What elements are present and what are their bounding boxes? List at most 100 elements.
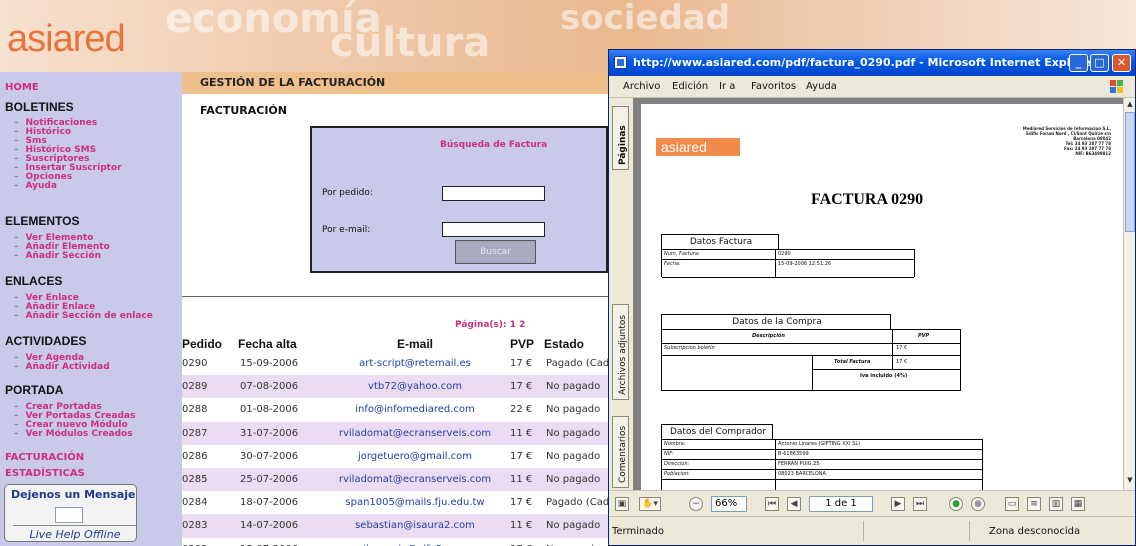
close-button[interactable]: ✕ xyxy=(1112,54,1131,72)
page-number-field[interactable]: 1 de 1 xyxy=(809,496,873,512)
cell-email[interactable]: art-script@retemail.es xyxy=(320,352,510,375)
sidebar: HOME BOLETINES Notificaciones Histórico … xyxy=(0,72,182,546)
site-logo[interactable]: asiared xyxy=(7,18,126,61)
save-icon[interactable]: ▣ xyxy=(615,497,629,511)
sidebar-item-anadir-actividad[interactable]: Añadir Actividad xyxy=(14,363,110,372)
cell-email[interactable]: vtb72@yahoo.com xyxy=(320,375,510,399)
column-header-pvp[interactable]: PVP xyxy=(510,336,544,352)
forward-icon[interactable]: ● xyxy=(971,497,985,511)
datos-factura-row: Num. Factura: 0290 xyxy=(662,250,914,260)
cell-email[interactable]: rviladomat@ecranserveis.com xyxy=(320,467,510,492)
pdf-viewport[interactable]: asiared Mediared Servicios de Informacio… xyxy=(633,98,1123,490)
pagination[interactable]: Página(s): 1 2 xyxy=(455,320,525,330)
table-row[interactable]: 0287 31-07-2006 rviladomat@ecranserveis.co… xyxy=(182,421,608,445)
column-header-fecha[interactable]: Fecha alta xyxy=(232,336,320,352)
datos-compra-table: Descripción PVP Subscripcion boletin 17 … xyxy=(661,329,961,391)
cell-estado: No pagado xyxy=(544,467,608,492)
menu-ir-a[interactable]: Ir a xyxy=(719,81,735,92)
scrollbar-thumb[interactable] xyxy=(1125,112,1135,232)
item-pvp: 17 € xyxy=(896,345,908,351)
cell-email[interactable]: sebastian@isaura2.com xyxy=(320,514,510,538)
datos-compra-header: Datos de la Compra xyxy=(661,314,891,330)
table-row[interactable]: 0290 15-09-2006 art-script@retemail.es 17 €… xyxy=(182,352,608,375)
table-row[interactable]: 028213-07-2006ibermejo@alfa3.com17 €No p… xyxy=(182,538,608,546)
table-divider xyxy=(892,330,893,370)
minimize-button[interactable]: _ xyxy=(1069,54,1088,72)
last-page-icon[interactable]: ⏭ xyxy=(913,497,927,511)
search-button[interactable]: Buscar xyxy=(455,240,536,264)
table-row[interactable]: 0284 18-07-2006 span1005@mails.fju.edu.tw 1… xyxy=(182,491,608,514)
compra-iva-row: Iva incluido (4%) xyxy=(812,370,960,384)
back-icon[interactable]: ● xyxy=(949,497,963,511)
cell-pedido: 0286 xyxy=(182,450,208,462)
live-help-title: Dejenos un Mensaje xyxy=(11,488,136,501)
tab-archivos-adjuntos[interactable]: Archivos adjuntos xyxy=(612,304,629,400)
table-row[interactable]: 0283 14-07-2006 sebastian@isaura2.com 11 € N… xyxy=(182,514,608,538)
cell-email[interactable]: jorgetuero@gmail.com xyxy=(320,445,510,468)
cell-fecha: 15-09-2006 xyxy=(240,358,299,370)
table-row[interactable]: 0285 25-07-2006 rviladomat@ecranserveis.co… xyxy=(182,467,608,492)
table-row[interactable]: 0286 30-07-2006 jorgetuero@gmail.com 17 € No… xyxy=(182,445,608,468)
single-page-icon[interactable]: ▭ xyxy=(1005,497,1019,511)
sidebar-section-boletines: BOLETINES xyxy=(5,100,74,114)
live-help-box[interactable]: Dejenos un Mensaje Live Help Offline xyxy=(4,484,137,542)
column-descripcion: Descripción xyxy=(752,333,785,339)
cell-email[interactable]: info@infomediared.com xyxy=(320,398,510,421)
cell-email[interactable]: ibermejo@alfa3.com xyxy=(320,538,510,546)
email-input[interactable] xyxy=(442,222,545,237)
cell-email[interactable]: span1005@mails.fju.edu.tw xyxy=(320,491,510,514)
total-value: 17 € xyxy=(896,359,908,365)
invoice-title: FACTURA 0290 xyxy=(811,191,924,208)
column-header-pedido[interactable]: Pedido xyxy=(182,336,232,352)
table-divider xyxy=(775,440,776,490)
table-row[interactable]: 0288 01-08-2006 info@infomediared.com 22 € N… xyxy=(182,398,608,421)
facing-pages-icon[interactable]: ▥ xyxy=(1049,497,1063,511)
field-label: Poblacion: xyxy=(664,471,690,477)
sidebar-item-anadir-seccion-enlace[interactable]: Añadir Sección de enlace xyxy=(14,312,153,321)
column-header-estado[interactable]: Estado xyxy=(544,336,608,352)
tab-paginas-label: Páginas xyxy=(618,125,628,165)
scroll-down-arrow-icon[interactable]: ▼ xyxy=(1125,476,1135,486)
sidebar-item-ayuda[interactable]: Ayuda xyxy=(14,182,57,191)
menu-favoritos[interactable]: Favoritos xyxy=(751,81,796,92)
sidebar-item-home[interactable]: HOME xyxy=(5,82,39,93)
menu-archivo[interactable]: Archivo xyxy=(623,81,660,92)
cell-pvp: 22 € xyxy=(510,404,533,416)
cell-pedido: 0284 xyxy=(182,497,208,509)
window-titlebar[interactable]: http://www.asiared.com/pdf/factura_0290.… xyxy=(609,50,1135,76)
cell-estado: Pagado (Cad xyxy=(546,497,608,509)
cell-pedido: 0287 xyxy=(182,421,232,445)
cell-email[interactable]: rviladomat@ecranserveis.com xyxy=(320,421,510,445)
order-input[interactable] xyxy=(442,186,545,201)
next-page-icon[interactable]: ▶ xyxy=(891,497,905,511)
previous-page-icon[interactable]: ◀ xyxy=(787,497,801,511)
cell-estado: No pagado xyxy=(544,421,608,445)
tab-comentarios[interactable]: Comentarios xyxy=(612,416,629,488)
zoom-field[interactable]: 66% xyxy=(711,496,747,512)
total-label: Total Factura xyxy=(834,359,871,365)
sidebar-item-estadisticas[interactable]: ESTADÍSTICAS xyxy=(5,468,85,479)
tab-paginas[interactable]: Páginas xyxy=(612,106,629,170)
cell-fecha: 31-07-2006 xyxy=(232,421,320,445)
table-row[interactable]: 0289 07-08-2006 vtb72@yahoo.com 17 € No paga… xyxy=(182,375,608,399)
datos-comprador-heading: Datos del Comprador xyxy=(669,427,767,437)
sidebar-item-anadir-seccion[interactable]: Añadir Sección xyxy=(14,252,101,261)
continuous-facing-icon[interactable]: ▦ xyxy=(1071,497,1085,511)
status-text: Terminado xyxy=(612,526,664,537)
field-value: Antonio Linares (GIFTING XXI SL) xyxy=(778,441,861,447)
menu-edicion[interactable]: Edición xyxy=(672,81,708,92)
maximize-button[interactable]: □ xyxy=(1090,54,1109,72)
column-header-email[interactable]: E-mail xyxy=(320,336,510,352)
hand-tool-icon[interactable]: ✋▾ xyxy=(639,497,661,511)
vertical-scrollbar[interactable]: ▲ ▼ xyxy=(1123,98,1135,490)
sidebar-item-facturacion[interactable]: FACTURACIÓN xyxy=(5,452,84,463)
menu-ayuda[interactable]: Ayuda xyxy=(806,81,837,92)
continuous-icon[interactable]: ≡ xyxy=(1027,497,1041,511)
cell-pvp: 17 € xyxy=(510,375,544,399)
ie-window: http://www.asiared.com/pdf/factura_0290.… xyxy=(608,49,1136,546)
sidebar-item-ver-modulos[interactable]: Ver Módulos Creados xyxy=(14,430,133,439)
first-page-icon[interactable]: ⏮ xyxy=(765,497,779,511)
pdf-side-tabs: Páginas Archivos adjuntos Comentarios xyxy=(609,98,633,490)
scroll-up-arrow-icon[interactable]: ▲ xyxy=(1125,100,1135,110)
zoom-out-icon[interactable]: − xyxy=(689,497,703,511)
